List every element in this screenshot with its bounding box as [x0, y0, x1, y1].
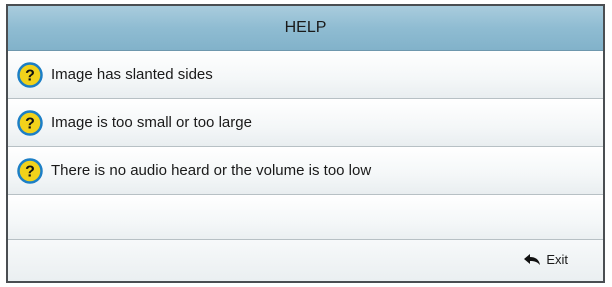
- help-menu: HELP ? Image has slanted sides ? Image i…: [6, 4, 605, 283]
- question-circle-icon: ?: [17, 157, 43, 184]
- question-circle-icon: ?: [17, 61, 43, 88]
- help-item-image-size[interactable]: ? Image is too small or too large: [8, 99, 603, 147]
- exit-label: Exit: [546, 252, 568, 267]
- help-item-label: There is no audio heard or the volume is…: [51, 162, 372, 179]
- menu-title: HELP: [284, 19, 327, 36]
- svg-text:?: ?: [25, 163, 35, 180]
- menu-footer: Exit: [8, 239, 603, 281]
- help-item-label: Image has slanted sides: [51, 66, 213, 83]
- question-circle-icon: ?: [17, 109, 43, 136]
- empty-row: [8, 195, 603, 243]
- return-arrow-icon: [524, 253, 541, 265]
- help-item-slanted-sides[interactable]: ? Image has slanted sides: [8, 51, 603, 99]
- exit-button[interactable]: Exit: [523, 252, 568, 267]
- help-item-label: Image is too small or too large: [51, 114, 252, 131]
- svg-text:?: ?: [25, 115, 35, 132]
- svg-text:?: ?: [25, 67, 35, 84]
- help-item-no-audio[interactable]: ? There is no audio heard or the volume …: [8, 147, 603, 195]
- menu-header: HELP: [8, 6, 603, 51]
